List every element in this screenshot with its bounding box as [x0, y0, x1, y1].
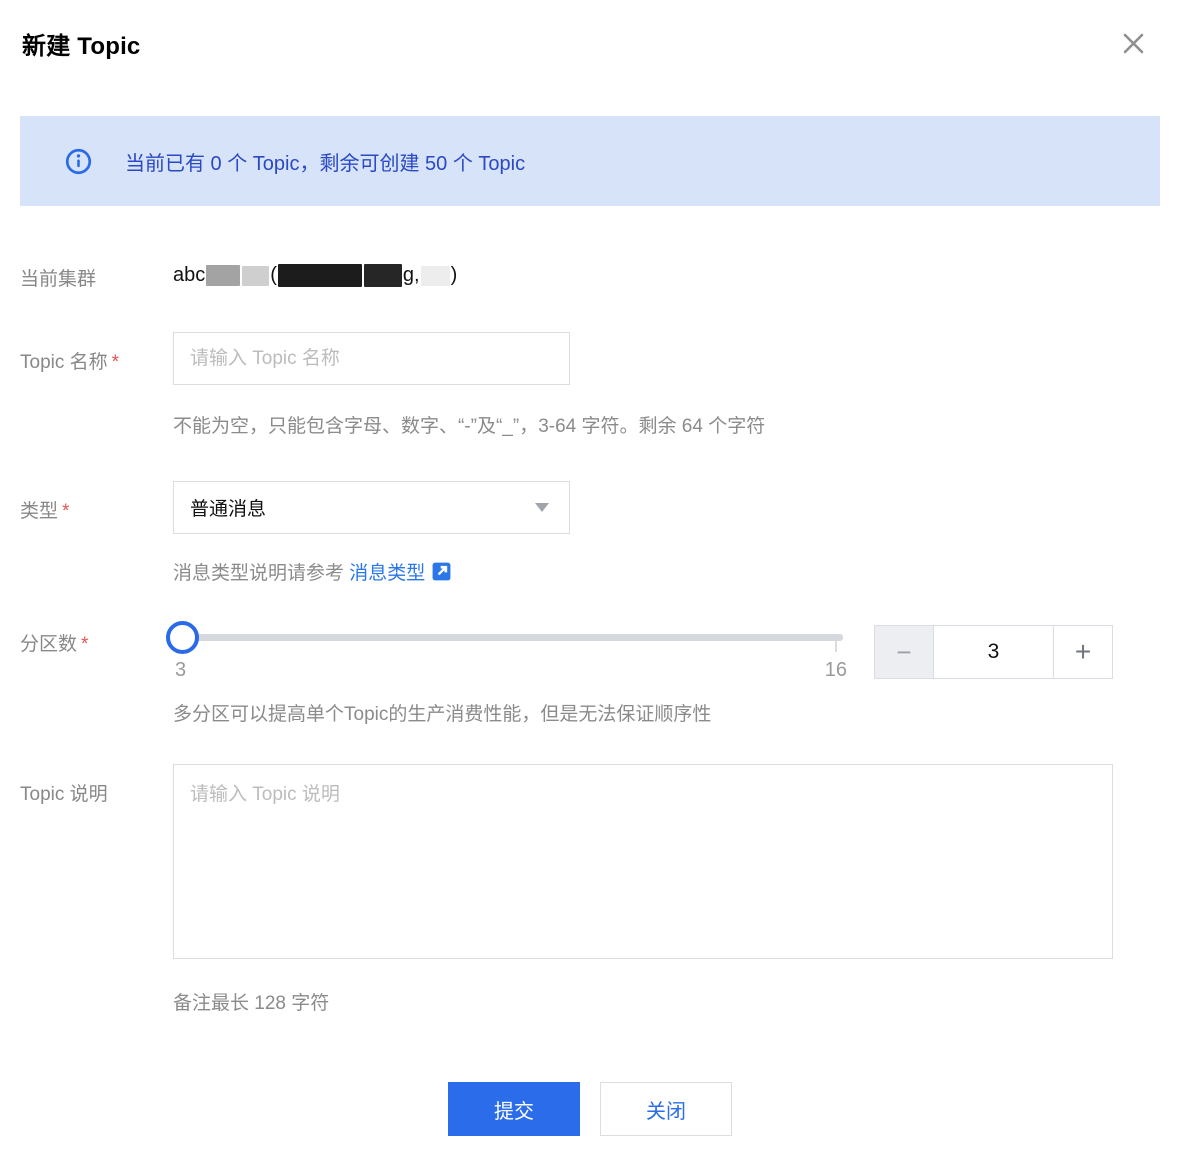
submit-button[interactable]: 提交 — [448, 1082, 580, 1136]
info-icon — [65, 148, 92, 175]
close-button[interactable]: 关闭 — [600, 1082, 732, 1136]
type-label: 类型 * — [20, 501, 70, 522]
slider-handle[interactable] — [166, 621, 199, 654]
dialog-footer: 提交 关闭 — [20, 1082, 1160, 1136]
row-current-cluster: 当前集群 abc(g,) — [20, 264, 1160, 291]
dialog-header: 新建 Topic — [20, 26, 1160, 61]
message-type-doc-link[interactable]: 消息类型 — [349, 563, 425, 584]
new-topic-dialog: 新建 Topic 当前已有 0 个 Topic，剩余可创建 50 个 Topic… — [0, 0, 1180, 1154]
stepper-plus-button[interactable]: + — [1053, 626, 1112, 678]
required-asterisk: * — [62, 501, 70, 522]
banner-message: 当前已有 0 个 Topic，剩余可创建 50 个 Topic — [125, 152, 526, 175]
partitions-stepper: − 3 + — [874, 625, 1113, 679]
info-banner: 当前已有 0 个 Topic，剩余可创建 50 个 Topic — [20, 116, 1160, 206]
partitions-label: 分区数 * — [20, 634, 89, 655]
chevron-down-icon — [535, 503, 549, 512]
topic-name-label: Topic 名称 * — [20, 352, 120, 373]
row-topic-description: Topic 说明 备注最长 128 字符 — [20, 764, 1160, 1015]
description-label: Topic 说明 — [20, 784, 108, 805]
row-partitions: 分区数 * 3 16 − 3 + 多分区可以提高单个Topic的生产消费性能，但… — [20, 621, 1160, 726]
slider-track[interactable] — [166, 621, 843, 654]
stepper-minus-button[interactable]: − — [875, 626, 934, 678]
dialog-title: 新建 Topic — [22, 33, 141, 60]
message-type-selected: 普通消息 — [190, 499, 267, 520]
partitions-slider: 3 16 — [166, 621, 847, 682]
slider-max-tick — [835, 641, 837, 652]
topic-name-input[interactable] — [173, 332, 570, 385]
topic-description-textarea[interactable] — [173, 764, 1113, 959]
row-topic-name: Topic 名称* 不能为空，只能包含字母、数字、“-”及“_”，3-64 字符… — [20, 332, 1160, 438]
cluster-value: abc(g,) — [173, 264, 458, 287]
close-icon[interactable] — [1118, 28, 1148, 58]
topic-form: 当前集群 abc(g,) Topic 名称* 不能为空，只能包含字母、数字、“-… — [20, 264, 1160, 1015]
topic-name-hint: 不能为空，只能包含字母、数字、“-”及“_”，3-64 字符。剩余 64 个字符 — [173, 416, 766, 437]
required-asterisk: * — [111, 352, 120, 373]
row-message-type: 类型 * 普通消息 消息类型说明请参考 消息类型 — [20, 481, 1160, 585]
message-type-select[interactable]: 普通消息 — [173, 481, 570, 534]
external-link-icon[interactable] — [431, 561, 452, 582]
description-hint: 备注最长 128 字符 — [173, 993, 330, 1014]
stepper-value[interactable]: 3 — [934, 626, 1053, 678]
slider-max-label: 16 — [824, 659, 847, 681]
slider-min-label: 3 — [175, 659, 187, 681]
required-asterisk: * — [81, 634, 89, 655]
type-hint: 消息类型说明请参考 消息类型 — [173, 558, 1113, 585]
cluster-label: 当前集群 — [20, 269, 97, 290]
partitions-hint: 多分区可以提高单个Topic的生产消费性能，但是无法保证顺序性 — [173, 704, 712, 725]
